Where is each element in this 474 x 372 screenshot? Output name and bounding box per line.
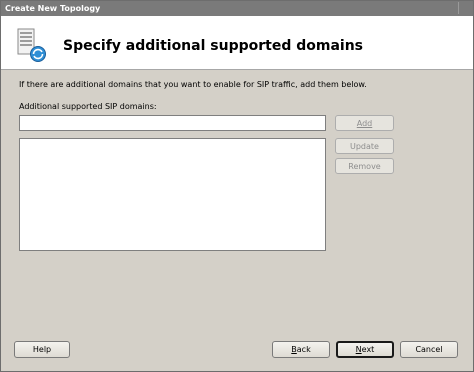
next-label-rest: ext <box>361 345 375 354</box>
create-new-topology-window: Create New Topology Specify additional s… <box>0 0 474 372</box>
add-button[interactable]: Add <box>335 115 394 131</box>
remove-label: Remove <box>348 162 381 171</box>
cancel-label: Cancel <box>415 345 443 354</box>
title-bar: Create New Topology <box>1 1 473 16</box>
add-label: Add <box>356 119 373 128</box>
back-button[interactable]: Back <box>272 341 330 358</box>
instruction-text: If there are additional domains that you… <box>19 80 367 89</box>
domains-label: Additional supported SIP domains: <box>19 102 157 111</box>
page-heading: Specify additional supported domains <box>63 38 363 54</box>
update-button[interactable]: Update <box>335 138 394 154</box>
titlebar-control-icon[interactable] <box>458 2 471 14</box>
back-label-rest: ack <box>296 345 311 354</box>
help-button[interactable]: Help <box>14 341 70 358</box>
topology-wizard-icon <box>17 28 46 62</box>
cancel-button[interactable]: Cancel <box>400 341 458 358</box>
domain-input[interactable] <box>19 115 326 131</box>
domains-list[interactable] <box>19 138 326 251</box>
remove-button[interactable]: Remove <box>335 158 394 174</box>
window-title: Create New Topology <box>5 4 101 13</box>
update-label: Update <box>350 142 379 151</box>
help-label: Help <box>32 345 52 354</box>
next-button[interactable]: Next <box>336 341 394 358</box>
wizard-header: Specify additional supported domains <box>1 16 473 70</box>
